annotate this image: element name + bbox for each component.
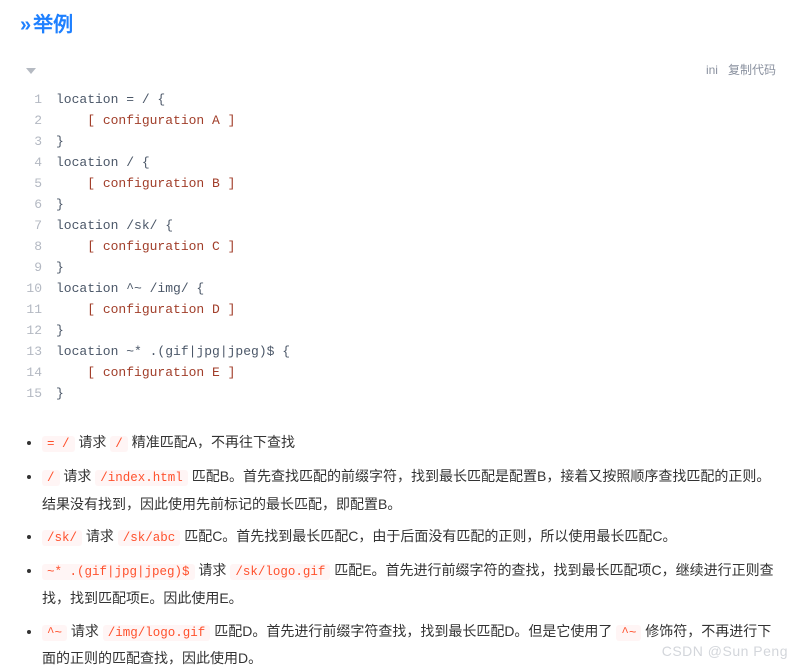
code-line: } bbox=[56, 258, 782, 279]
list-text: 匹配C。首先找到最长匹配C，由于后面没有匹配的正则，所以使用最长匹配C。 bbox=[180, 528, 676, 544]
heading-text: 举例 bbox=[33, 14, 73, 36]
code-line: [ configuration B ] bbox=[56, 174, 782, 195]
line-number-gutter: 123456789101112131415 bbox=[20, 90, 56, 405]
inline-code: ^~ bbox=[42, 625, 67, 641]
code-line: location / { bbox=[56, 153, 782, 174]
list-item: / 请求 /index.html 匹配B。首先查找匹配的前缀字符，找到最长匹配是… bbox=[42, 463, 782, 517]
line-number: 8 bbox=[26, 237, 42, 258]
code-token: [ configuration B ] bbox=[87, 176, 235, 191]
inline-code: ~* .(gif|jpg|jpeg)$ bbox=[42, 564, 195, 580]
list-item: /sk/ 请求 /sk/abc 匹配C。首先找到最长匹配C，由于后面没有匹配的正… bbox=[42, 523, 782, 551]
code-token: } bbox=[56, 260, 64, 275]
code-token: [ configuration A ] bbox=[87, 113, 235, 128]
list-item: ~* .(gif|jpg|jpeg)$ 请求 /sk/logo.gif 匹配E。… bbox=[42, 557, 782, 611]
code-token: } bbox=[56, 134, 64, 149]
line-number: 11 bbox=[26, 300, 42, 321]
code-line: } bbox=[56, 132, 782, 153]
code-toolbar: ini 复制代码 bbox=[20, 56, 782, 84]
inline-code: = / bbox=[42, 436, 75, 452]
inline-code: /index.html bbox=[95, 470, 188, 486]
code-token: } bbox=[56, 197, 64, 212]
line-number: 1 bbox=[26, 90, 42, 111]
code-line: location /sk/ { bbox=[56, 216, 782, 237]
line-number: 10 bbox=[26, 279, 42, 300]
inline-code: /sk/abc bbox=[118, 530, 181, 546]
copy-code-button[interactable]: 复制代码 bbox=[728, 60, 776, 80]
code-lines: location = / { [ configuration A ]} locat… bbox=[56, 90, 782, 405]
explanation-list: = / 请求 / 精准匹配A，不再往下查找/ 请求 /index.html 匹配… bbox=[20, 429, 782, 672]
code-line: location = / { bbox=[56, 90, 782, 111]
line-number: 9 bbox=[26, 258, 42, 279]
code-line: [ configuration E ] bbox=[56, 363, 782, 384]
watermark: CSDN @Sun Peng bbox=[662, 640, 788, 664]
code-token: location / { bbox=[56, 155, 150, 170]
inline-code: / bbox=[42, 470, 60, 486]
collapse-toggle[interactable] bbox=[26, 60, 46, 80]
line-number: 15 bbox=[26, 384, 42, 405]
inline-code: /img/logo.gif bbox=[103, 625, 211, 641]
code-token: } bbox=[56, 323, 64, 338]
code-line: } bbox=[56, 321, 782, 342]
code-token bbox=[56, 365, 87, 380]
chevron-down-icon bbox=[26, 68, 36, 74]
code-line: [ configuration A ] bbox=[56, 111, 782, 132]
code-token bbox=[56, 302, 87, 317]
code-token: location = / { bbox=[56, 92, 165, 107]
inline-code: /sk/logo.gif bbox=[230, 564, 330, 580]
line-number: 14 bbox=[26, 363, 42, 384]
list-text: 请求 bbox=[195, 562, 231, 578]
line-number: 2 bbox=[26, 111, 42, 132]
section-heading: »举例 bbox=[0, 0, 802, 50]
code-line: location ^~ /img/ { bbox=[56, 279, 782, 300]
code-token bbox=[56, 113, 87, 128]
code-token: [ configuration D ] bbox=[87, 302, 235, 317]
code-line: } bbox=[56, 384, 782, 405]
list-item: = / 请求 / 精准匹配A，不再往下查找 bbox=[42, 429, 782, 457]
code-token bbox=[56, 176, 87, 191]
line-number: 3 bbox=[26, 132, 42, 153]
code-language-label: ini bbox=[706, 60, 718, 80]
line-number: 6 bbox=[26, 195, 42, 216]
code-block: ini 复制代码 123456789101112131415 location … bbox=[20, 56, 782, 411]
list-text: 请求 bbox=[67, 623, 103, 639]
inline-code: /sk/ bbox=[42, 530, 82, 546]
code-token: location ~* .(gif|jpg|jpeg)$ { bbox=[56, 344, 290, 359]
line-number: 5 bbox=[26, 174, 42, 195]
code-line: } bbox=[56, 195, 782, 216]
code-line: location ~* .(gif|jpg|jpeg)$ { bbox=[56, 342, 782, 363]
code-body: 123456789101112131415 location = / { [ c… bbox=[20, 84, 782, 411]
code-token: location /sk/ { bbox=[56, 218, 173, 233]
list-text: 请求 bbox=[60, 468, 96, 484]
line-number: 12 bbox=[26, 321, 42, 342]
code-token: } bbox=[56, 386, 64, 401]
list-text: 请求 bbox=[82, 528, 118, 544]
line-number: 4 bbox=[26, 153, 42, 174]
code-line: [ configuration C ] bbox=[56, 237, 782, 258]
inline-code: ^~ bbox=[616, 625, 641, 641]
list-text: 精准匹配A，不再往下查找 bbox=[128, 434, 295, 450]
code-token: [ configuration C ] bbox=[87, 239, 235, 254]
code-line: [ configuration D ] bbox=[56, 300, 782, 321]
code-token bbox=[56, 239, 87, 254]
line-number: 7 bbox=[26, 216, 42, 237]
list-text: 请求 bbox=[75, 434, 111, 450]
code-token: [ configuration E ] bbox=[87, 365, 235, 380]
heading-arrows: » bbox=[20, 14, 29, 36]
line-number: 13 bbox=[26, 342, 42, 363]
list-text: 匹配D。首先进行前缀字符查找，找到最长匹配D。但是它使用了 bbox=[210, 623, 616, 639]
inline-code: / bbox=[110, 436, 128, 452]
code-token: location ^~ /img/ { bbox=[56, 281, 204, 296]
